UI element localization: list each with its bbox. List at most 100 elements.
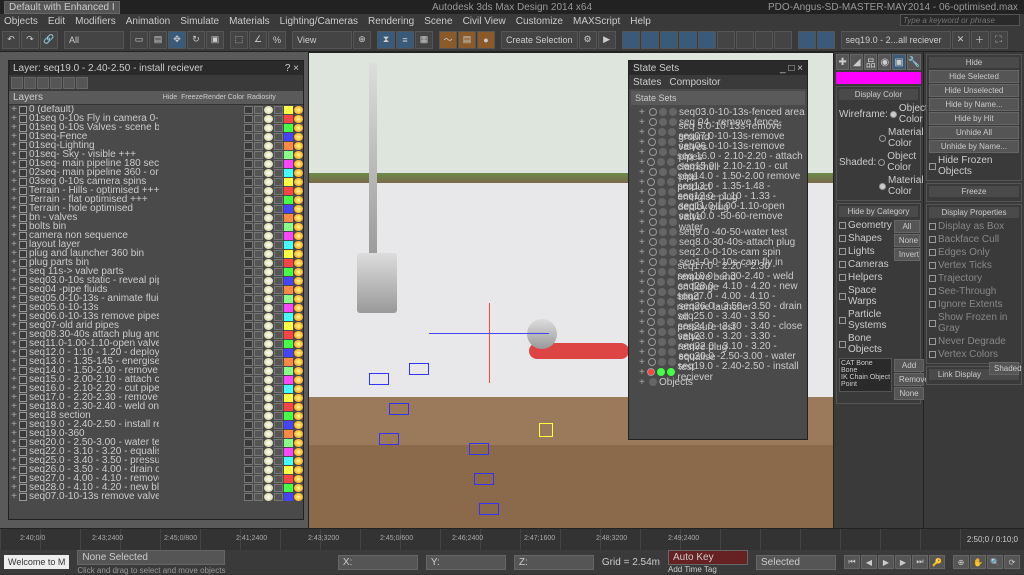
rotate-icon[interactable]: ↻ <box>187 31 205 49</box>
state-row[interactable]: +seq2.0-0-10s-cam spin <box>631 247 805 257</box>
link-icon[interactable]: 🔗 <box>40 31 58 49</box>
pivot-icon[interactable]: ⊕ <box>353 31 371 49</box>
menu-edit[interactable]: Edit <box>48 16 65 27</box>
btn-add[interactable]: Add <box>894 359 924 372</box>
menu-lighting[interactable]: Lighting/Cameras <box>280 16 358 27</box>
menu-rendering[interactable]: Rendering <box>368 16 414 27</box>
rb-shaded-obj[interactable] <box>878 159 885 166</box>
tab-hierarchy-icon[interactable]: 品 <box>864 54 877 70</box>
col-freeze[interactable]: Freeze <box>181 94 203 101</box>
cb-shapes[interactable] <box>839 235 846 242</box>
btn-hide-selected[interactable]: Hide Selected <box>929 70 1019 83</box>
col-layers[interactable]: Layers <box>9 92 159 103</box>
dp-row[interactable]: Vertex Colors <box>929 348 1019 361</box>
cb-lights[interactable] <box>839 248 846 255</box>
tab-create-icon[interactable]: ✚ <box>836 54 849 70</box>
redo-icon[interactable]: ↷ <box>21 31 39 49</box>
btn-shaded[interactable]: Shaded <box>989 362 1019 375</box>
state-row[interactable]: +seq03.0-10-13s-fenced area <box>631 107 805 117</box>
mirror-icon[interactable]: ⧗ <box>377 31 395 49</box>
key-mode-icon[interactable]: 🔑 <box>929 555 945 569</box>
t7-icon[interactable] <box>736 31 754 49</box>
btn-all[interactable]: All <box>894 220 920 233</box>
state-row[interactable]: +seq19.0 - 2.40-2.50 - install reciever <box>631 367 805 377</box>
next-frame-icon[interactable]: ▶ <box>895 555 911 569</box>
snap-icon[interactable]: ⬚ <box>230 31 248 49</box>
selection-filter[interactable]: All <box>64 31 124 49</box>
nav-1-icon[interactable]: ⊕ <box>953 555 969 569</box>
cb-spacewarps[interactable] <box>839 293 846 300</box>
dp-row[interactable]: Ignore Extents <box>929 298 1019 311</box>
menu-scene[interactable]: Scene <box>424 16 452 27</box>
btn-invert[interactable]: Invert <box>894 248 920 261</box>
color-swatch[interactable] <box>836 72 921 84</box>
btn-unhide-all[interactable]: Unhide All <box>929 126 1019 139</box>
align-icon[interactable]: ≡ <box>396 31 414 49</box>
goto-start-icon[interactable]: ⏮ <box>844 555 860 569</box>
nav-3-icon[interactable]: 🔍 <box>987 555 1003 569</box>
rb-shaded-mat[interactable] <box>879 183 886 190</box>
menu-civilview[interactable]: Civil View <box>463 16 506 27</box>
select-icon[interactable]: ▭ <box>130 31 148 49</box>
move-icon[interactable]: ✥ <box>168 31 186 49</box>
undo-icon[interactable]: ↶ <box>2 31 20 49</box>
col-hide[interactable]: Hide <box>159 94 181 101</box>
t2-icon[interactable] <box>641 31 659 49</box>
dp-row[interactable]: Never Degrade <box>929 335 1019 348</box>
t11-icon[interactable] <box>817 31 835 49</box>
t9-icon[interactable] <box>774 31 792 49</box>
t6-icon[interactable] <box>717 31 735 49</box>
state-row[interactable]: +seq10.0 -50-60-remove water <box>631 217 805 227</box>
col-radiosity[interactable]: Radiosity <box>247 94 269 101</box>
menu-materials[interactable]: Materials <box>229 16 270 27</box>
menu-objects[interactable]: Objects <box>4 16 38 27</box>
layer-tool-6[interactable] <box>76 77 88 89</box>
add-time-tag[interactable]: Add Time Tag <box>668 565 748 574</box>
close-tab-icon[interactable]: ✕ <box>952 31 970 49</box>
dp-row[interactable]: Show Frozen in Gray <box>929 311 1019 335</box>
render-frame-icon[interactable]: ▶ <box>598 31 616 49</box>
btn-hide-name[interactable]: Hide by Name... <box>929 98 1019 111</box>
dp-row[interactable]: Vertex Ticks <box>929 259 1019 272</box>
cb-bone[interactable] <box>839 341 846 348</box>
layer-tool-4[interactable] <box>50 77 62 89</box>
cb-particle[interactable] <box>839 317 846 324</box>
angle-snap-icon[interactable]: ∠ <box>249 31 267 49</box>
btn-unhide-name[interactable]: Unhide by Name... <box>929 140 1019 153</box>
selection-mode[interactable]: Selected <box>756 555 836 570</box>
goto-end-icon[interactable]: ⏭ <box>912 555 928 569</box>
layer-tool-5[interactable] <box>63 77 75 89</box>
menu-animation[interactable]: Animation <box>126 16 170 27</box>
t4-icon[interactable] <box>679 31 697 49</box>
dp-row[interactable]: Display as Box <box>929 220 1019 233</box>
t1-icon[interactable] <box>622 31 640 49</box>
scale-icon[interactable]: ▣ <box>206 31 224 49</box>
layer-tool-3[interactable] <box>37 77 49 89</box>
layer-tool-1[interactable] <box>11 77 23 89</box>
play-icon[interactable]: ▶ <box>878 555 894 569</box>
rb-wire-mat[interactable] <box>879 135 886 142</box>
timeline[interactable]: 2:40;0/02:43;24002:45;0/8002:41;24002:43… <box>0 528 1024 550</box>
app-dropdown[interactable]: Default with Enhanced I <box>4 1 120 14</box>
material-icon[interactable]: ● <box>477 31 495 49</box>
state-close-icon[interactable]: _ □ × <box>780 63 803 74</box>
coord-y[interactable]: Y: <box>426 555 506 570</box>
layer-icon[interactable]: ▦ <box>415 31 433 49</box>
nav-2-icon[interactable]: ✋ <box>970 555 986 569</box>
menu-help[interactable]: Help <box>630 16 651 27</box>
search-input[interactable] <box>900 14 1020 26</box>
cb-cameras[interactable] <box>839 261 846 268</box>
ref-coord[interactable]: View <box>292 31 352 49</box>
menu-customize[interactable]: Customize <box>516 16 563 27</box>
nav-4-icon[interactable]: ⟳ <box>1004 555 1020 569</box>
coord-x[interactable]: X: <box>338 555 418 570</box>
t10-icon[interactable] <box>798 31 816 49</box>
layer-row[interactable]: +seq07.0-10-13s remove valves <box>9 492 303 501</box>
tab-compositor[interactable]: Compositor <box>669 77 720 88</box>
btn-hide-unselected[interactable]: Hide Unselected <box>929 84 1019 97</box>
btn-none2[interactable]: None <box>894 387 924 400</box>
tab-modify-icon[interactable]: ◢ <box>850 54 863 70</box>
curve-editor-icon[interactable]: 〜 <box>439 31 457 49</box>
dp-row[interactable]: Backface Cull <box>929 233 1019 246</box>
rb-wire-obj[interactable] <box>890 111 897 118</box>
